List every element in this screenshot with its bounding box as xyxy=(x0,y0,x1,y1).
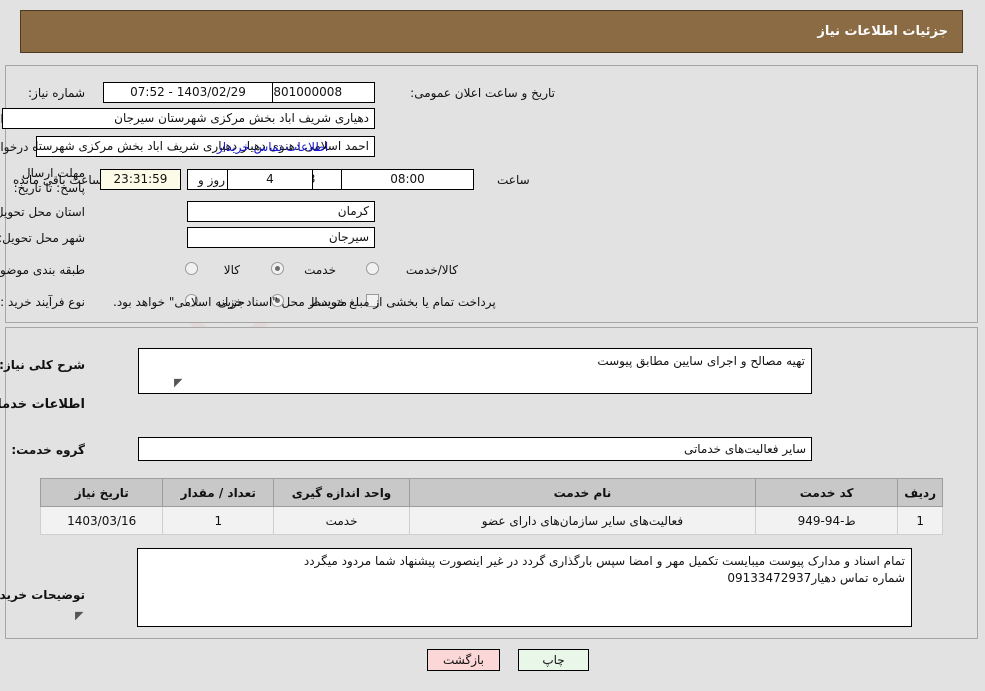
buyer-notes-textarea[interactable]: تمام اسناد و مدارک پیوست میبایست تکمیل م… xyxy=(138,548,913,627)
buyer-org-value: دهیاری شریف اباد بخش مرکزی شهرستان سیرجا… xyxy=(3,108,376,129)
page-title: جزئیات اطلاعات نیاز xyxy=(818,24,949,39)
services-section-heading: اطلاعات خدمات مورد نیاز xyxy=(0,397,86,412)
remaining-hours-label: ساعت باقی مانده xyxy=(14,173,104,187)
buyer-notes-label: توضیحات خریدار: xyxy=(0,588,86,602)
days-remaining-value: 4 xyxy=(228,169,314,190)
description-label: شرح کلی نیاز: xyxy=(0,358,86,372)
back-button[interactable]: بازگشت xyxy=(428,649,501,671)
province-value: کرمان xyxy=(188,201,376,222)
city-label: شهر محل تحویل: xyxy=(0,231,86,245)
table-row[interactable]: 1 ط-94-949 فعالیت‌های سایر سازمان‌های دا… xyxy=(40,506,944,535)
hour-value: 08:00 xyxy=(342,169,475,190)
col-radif: ردیف xyxy=(898,478,944,507)
category-radio-kala[interactable] xyxy=(186,262,199,275)
cell-date: 1403/03/16 xyxy=(40,506,165,535)
need-number-label: شماره نیاز: xyxy=(29,86,86,100)
cell-code: ط-94-949 xyxy=(755,506,900,535)
category-label-kala[interactable]: کالا xyxy=(225,263,241,277)
category-label-kala-khedmat[interactable]: کالا/خدمت xyxy=(407,263,459,277)
cell-unit: خدمت xyxy=(274,506,411,535)
cell-name: فعالیت‌های سایر سازمان‌های دارای عضو xyxy=(409,506,757,535)
cell-qty: 1 xyxy=(163,506,276,535)
description-textarea[interactable]: تهیه مصالح و اجرای سایین مطابق پیوست xyxy=(139,348,813,394)
category-label-khedmat[interactable]: خدمت xyxy=(305,263,337,277)
hour-label: ساعت xyxy=(498,173,531,187)
col-date: تاریخ نیاز xyxy=(40,478,165,507)
announce-datetime-value: 1403/02/29 - 07:52 xyxy=(104,82,274,103)
services-table: ردیف کد خدمت نام خدمت واحد اندازه گیری ت… xyxy=(40,478,944,535)
print-button[interactable]: چاپ xyxy=(519,649,590,671)
page-header-bar: جزئیات اطلاعات نیاز xyxy=(21,10,964,53)
process-type-label: نوع فرآیند خرید : xyxy=(1,295,86,309)
cell-radif: 1 xyxy=(898,506,944,535)
announce-datetime-label: تاریخ و ساعت اعلان عمومی: xyxy=(411,86,556,100)
service-group-label: گروه خدمت: xyxy=(12,443,86,457)
city-value: سیرجان xyxy=(188,227,376,248)
treasury-bonds-label[interactable]: پرداخت تمام یا بخشی از مبلغ خرید،از محل … xyxy=(114,295,497,309)
col-code: کد خدمت xyxy=(755,478,900,507)
table-header-row: ردیف کد خدمت نام خدمت واحد اندازه گیری ت… xyxy=(40,478,944,507)
category-label: طبقه بندی موضوعی: xyxy=(0,263,86,277)
category-radio-khedmat[interactable] xyxy=(272,262,285,275)
col-unit: واحد اندازه گیری xyxy=(274,478,411,507)
buyer-contact-link[interactable]: اطلاعات تماس خریدار xyxy=(218,140,329,154)
days-label: روز و xyxy=(199,173,226,187)
col-qty: تعداد / مقدار xyxy=(163,478,276,507)
category-radio-kala-khedmat[interactable] xyxy=(367,262,380,275)
need-info-panel xyxy=(6,65,979,323)
col-name: نام خدمت xyxy=(409,478,757,507)
countdown-timer-value: 23:31:59 xyxy=(101,169,182,190)
province-label: استان محل تحویل: xyxy=(0,205,86,219)
service-group-value[interactable]: سایر فعالیت‌های خدماتی xyxy=(139,437,813,461)
